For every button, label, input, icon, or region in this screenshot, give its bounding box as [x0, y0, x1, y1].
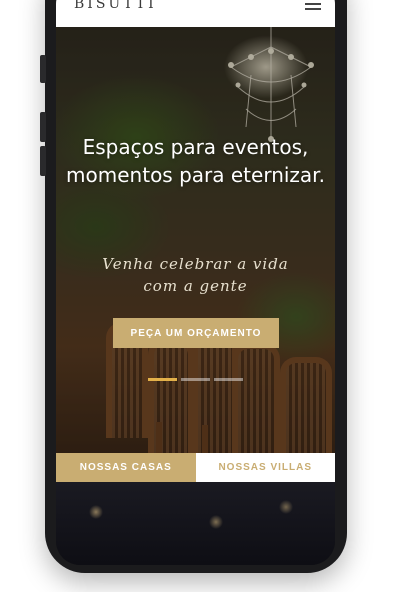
hero-overlay [56, 27, 335, 453]
hamburger-menu-icon[interactable] [305, 0, 321, 10]
slider-dot[interactable] [181, 378, 210, 381]
tab-nossas-villas[interactable]: NOSSAS VILLAS [195, 453, 335, 482]
venue-preview-image [56, 482, 335, 565]
phone-silent-switch [40, 55, 46, 83]
phone-screen: BISUTTI Espaços para eventos, momentos p… [56, 0, 335, 565]
hero-banner: Espaços para eventos, momentos para eter… [56, 27, 335, 453]
hero-title: Espaços para eventos, momentos para eter… [56, 133, 335, 189]
property-tabs: NOSSAS CASAS NOSSAS VILLAS [56, 453, 335, 489]
script-line-1: Venha celebrar a vida [102, 255, 289, 273]
slider-dot[interactable] [148, 378, 177, 381]
hero-script-text: Venha celebrar a vida com a gente [56, 253, 335, 297]
request-quote-button[interactable]: PEÇA UM ORÇAMENTO [113, 318, 279, 348]
slider-indicators [148, 378, 243, 381]
site-header: BISUTTI [56, 0, 335, 27]
phone-volume-down-button [40, 146, 46, 176]
brand-logo[interactable]: BISUTTI [74, 0, 157, 12]
tab-nossas-casas[interactable]: NOSSAS CASAS [56, 453, 196, 489]
hero-title-line-1: Espaços para eventos, [82, 135, 309, 159]
phone-volume-up-button [40, 112, 46, 142]
slider-dot[interactable] [214, 378, 243, 381]
hero-title-line-2: momentos para eternizar. [66, 163, 325, 187]
script-line-2: com a gente [143, 277, 248, 295]
